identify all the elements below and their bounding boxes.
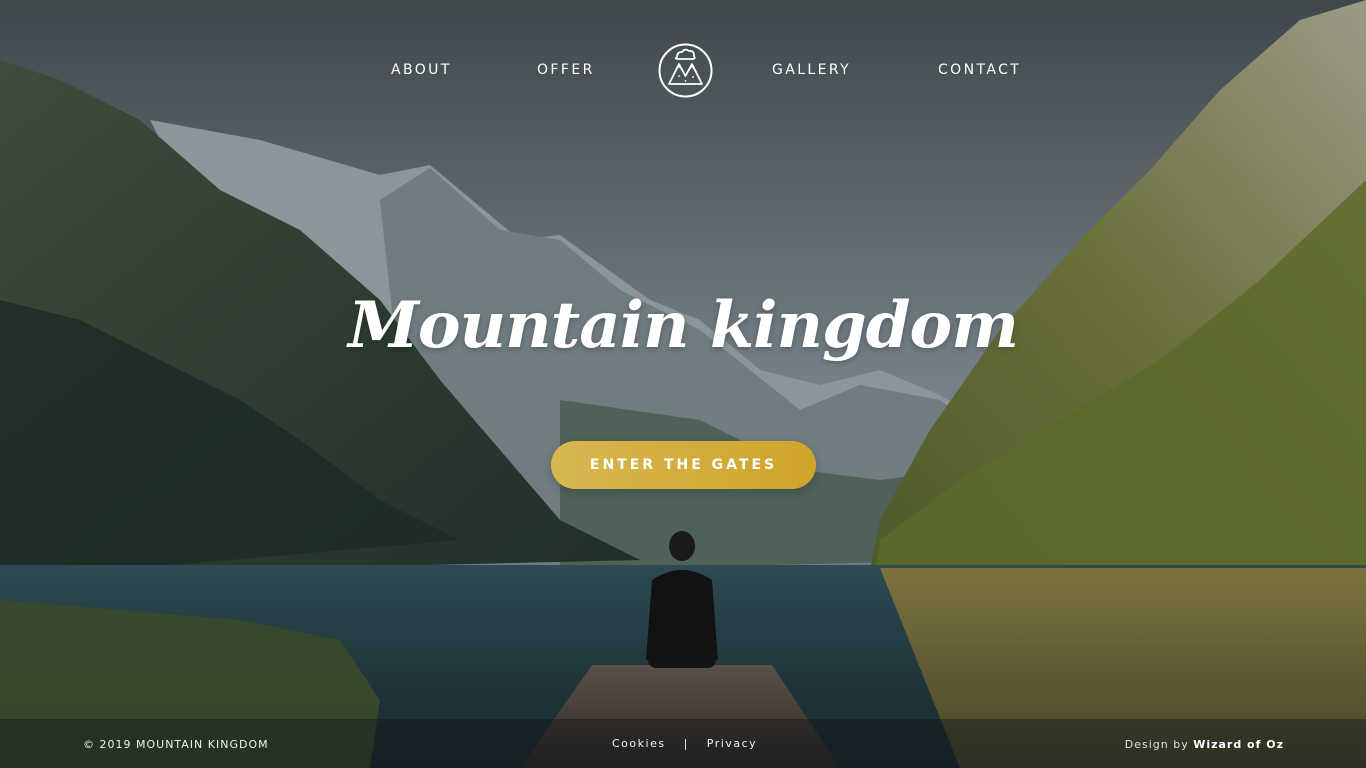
- credit-prefix: Design by: [1124, 738, 1189, 751]
- landing-page: ABOUT OFFER GALLERY CONTACT Mountain kin…: [0, 0, 1366, 768]
- nav-link-about[interactable]: ABOUT: [391, 62, 452, 78]
- nav-link-gallery[interactable]: GALLERY: [772, 62, 851, 78]
- footer-bar: © 2019 MOUNTAIN KINGDOM Cookies | Privacy …: [0, 719, 1366, 768]
- copyright-text: © 2019 MOUNTAIN KINGDOM: [83, 738, 269, 751]
- credit-author-link[interactable]: Wizard of Oz: [1193, 738, 1284, 751]
- cookies-link[interactable]: Cookies: [612, 737, 666, 750]
- nav-link-contact[interactable]: CONTACT: [938, 62, 1021, 78]
- mountain-logo-icon[interactable]: [657, 42, 714, 99]
- enter-the-gates-button[interactable]: ENTER THE GATES: [551, 441, 816, 489]
- nav-link-offer[interactable]: OFFER: [537, 62, 595, 78]
- footer-links: Cookies | Privacy: [612, 737, 757, 750]
- privacy-link[interactable]: Privacy: [707, 737, 757, 750]
- main-navigation: ABOUT OFFER GALLERY CONTACT: [0, 0, 1366, 140]
- enter-the-gates-label: ENTER THE GATES: [589, 457, 778, 473]
- hero-title: Mountain kingdom: [348, 288, 1019, 363]
- design-credit: Design by Wizard of Oz: [1125, 738, 1284, 751]
- footer-separator: |: [683, 737, 689, 750]
